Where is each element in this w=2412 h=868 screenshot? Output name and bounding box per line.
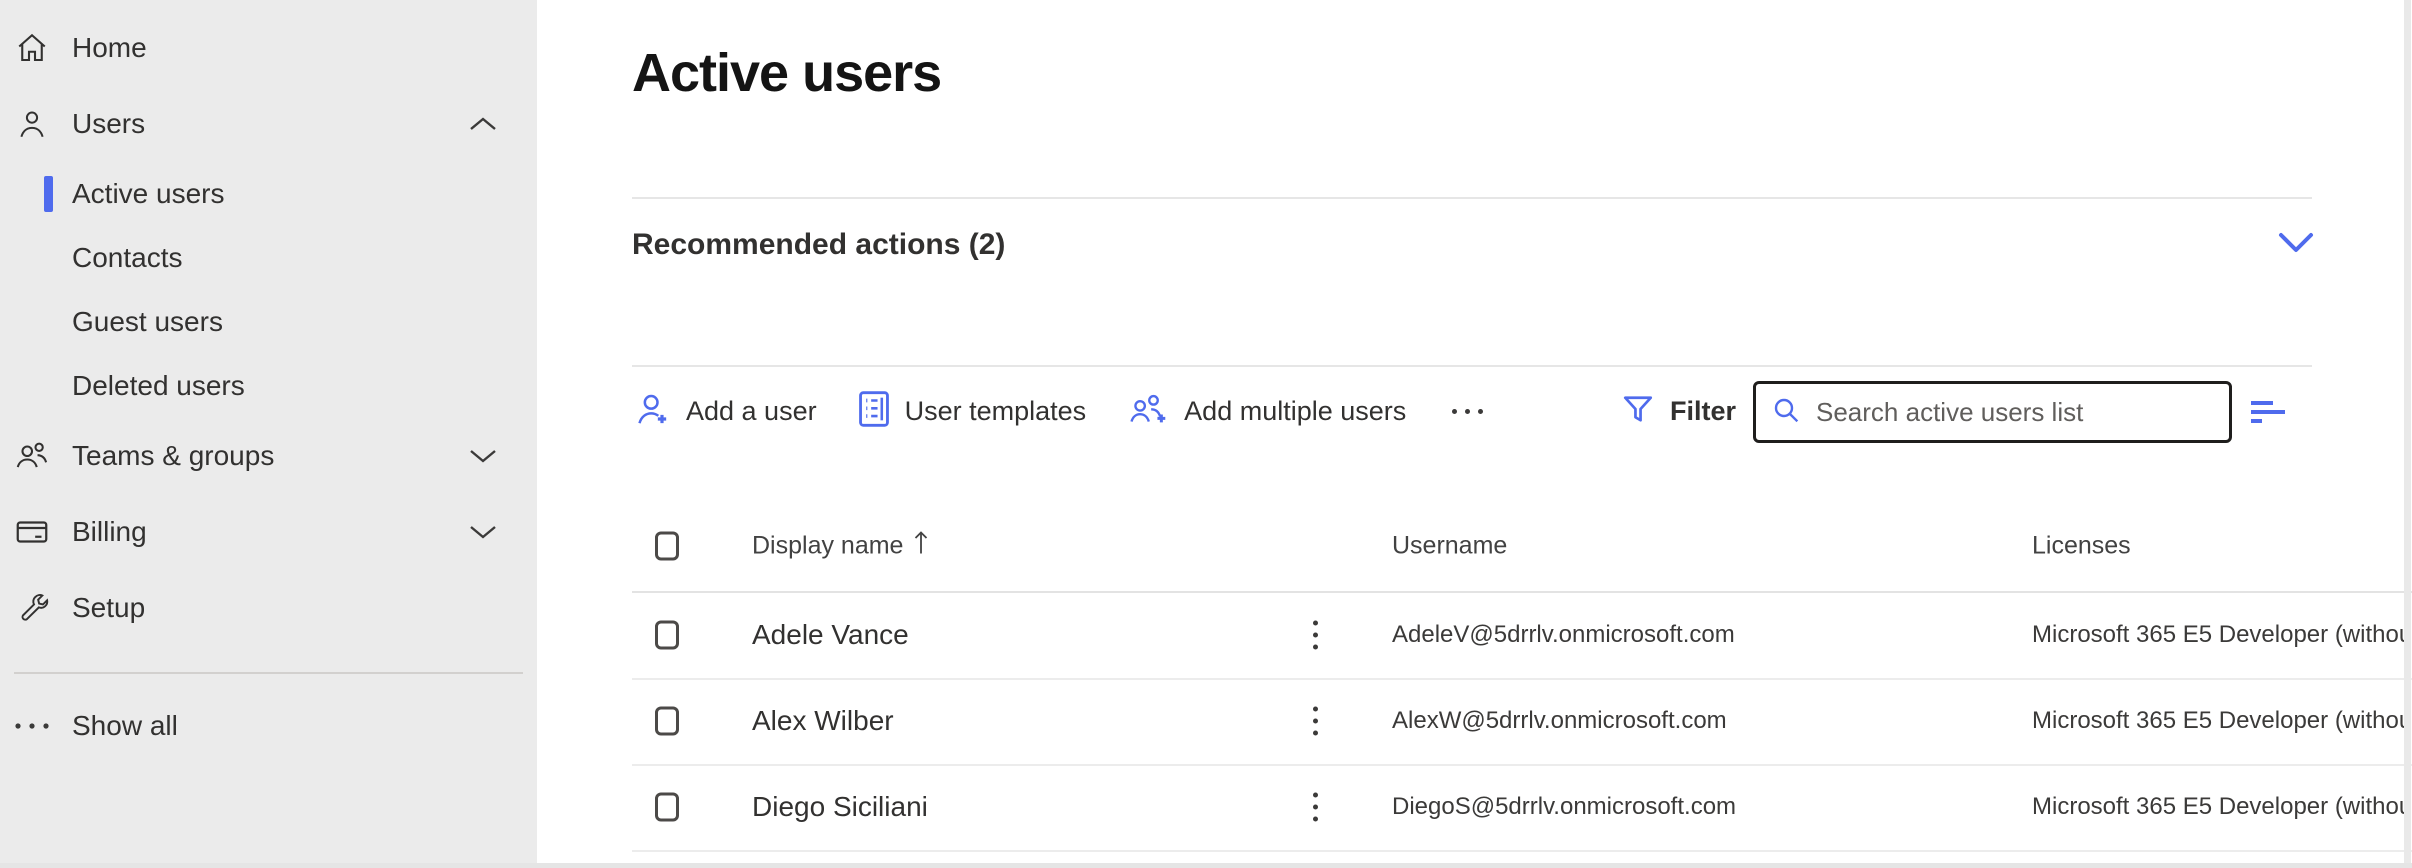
- add-multiple-users-label: Add multiple users: [1184, 396, 1406, 427]
- home-icon: [12, 28, 52, 68]
- sidebar-item-contacts[interactable]: Contacts: [0, 226, 537, 290]
- filter-label: Filter: [1670, 396, 1736, 427]
- sidebar-item-deleted-users[interactable]: Deleted users: [0, 354, 537, 418]
- sort-ascending-arrow-icon: [913, 530, 929, 563]
- section-divider: [632, 365, 2312, 367]
- column-header-username[interactable]: Username: [1392, 532, 1507, 561]
- licenses-cell: Microsoft 365 E5 Developer (withou: [2032, 793, 2404, 821]
- sidebar-item-teams-groups[interactable]: Teams & groups: [0, 418, 537, 494]
- sidebar-item-label: Setup: [72, 592, 145, 624]
- row-checkbox[interactable]: [655, 793, 679, 822]
- sidebar-item-label: Show all: [72, 710, 178, 742]
- sidebar-item-label: Teams & groups: [72, 440, 274, 472]
- user-icon: [12, 104, 52, 144]
- filter-funnel-icon: [1620, 391, 1656, 432]
- sidebar-item-active-users[interactable]: Active users: [0, 162, 537, 226]
- sidebar-item-setup[interactable]: Setup: [0, 570, 537, 646]
- section-divider: [632, 197, 2312, 199]
- column-label: Display name: [752, 532, 903, 561]
- user-templates-label: User templates: [905, 396, 1087, 427]
- table-divider: [632, 850, 2412, 852]
- search-input[interactable]: [1816, 397, 2215, 428]
- column-header-licenses[interactable]: Licenses: [2032, 532, 2131, 561]
- selected-indicator: [44, 176, 53, 212]
- chevron-up-icon: [468, 115, 498, 133]
- filter-button[interactable]: Filter: [1620, 386, 1736, 436]
- add-multiple-users-button[interactable]: Add multiple users: [1126, 387, 1406, 436]
- sidebar-item-label: Deleted users: [72, 370, 245, 402]
- row-more-actions-icon[interactable]: [1305, 785, 1326, 830]
- toolbar: Add a user User templates Add multiple u…: [632, 386, 1489, 436]
- sidebar: Home Users Active users Contacts Guest u…: [0, 0, 537, 868]
- username-cell: AlexW@5drrlv.onmicrosoft.com: [1392, 707, 1727, 735]
- display-name-cell[interactable]: Adele Vance: [752, 619, 909, 651]
- user-templates-button[interactable]: User templates: [857, 389, 1087, 434]
- row-more-actions-icon[interactable]: [1305, 699, 1326, 744]
- table-row[interactable]: Diego Siciliani DiegoS@5drrlv.onmicrosof…: [537, 764, 2412, 850]
- display-name-cell[interactable]: Diego Siciliani: [752, 791, 928, 823]
- vertical-scrollbar[interactable]: [2404, 0, 2411, 868]
- username-cell: AdeleV@5drrlv.onmicrosoft.com: [1392, 621, 1735, 649]
- sidebar-item-label: Users: [72, 108, 145, 140]
- sidebar-item-label: Guest users: [72, 306, 223, 338]
- sidebar-item-show-all[interactable]: Show all: [0, 688, 537, 764]
- chevron-down-icon: [468, 447, 498, 465]
- ellipsis-icon: [12, 706, 52, 746]
- licenses-cell: Microsoft 365 E5 Developer (withou: [2032, 707, 2404, 735]
- search-box: [1753, 381, 2232, 443]
- credit-card-icon: [12, 512, 52, 552]
- sidebar-item-guest-users[interactable]: Guest users: [0, 290, 537, 354]
- sidebar-item-billing[interactable]: Billing: [0, 494, 537, 570]
- sort-lines-icon[interactable]: [2247, 394, 2291, 430]
- chevron-down-icon: [468, 523, 498, 541]
- username-cell: DiegoS@5drrlv.onmicrosoft.com: [1392, 793, 1736, 821]
- add-user-button[interactable]: Add a user: [632, 387, 817, 436]
- people-icon: [12, 436, 52, 476]
- chevron-down-icon[interactable]: [2277, 230, 2315, 256]
- template-list-icon: [857, 389, 891, 434]
- row-checkbox[interactable]: [655, 707, 679, 736]
- people-add-icon: [1126, 387, 1170, 436]
- sidebar-item-home[interactable]: Home: [0, 10, 537, 86]
- table-header-row: Display name Username Licenses: [537, 500, 2412, 592]
- column-header-display-name[interactable]: Display name: [752, 530, 929, 563]
- row-checkbox[interactable]: [655, 621, 679, 650]
- sidebar-item-label: Active users: [72, 178, 225, 210]
- table-row[interactable]: Adele Vance AdeleV@5drrlv.onmicrosoft.co…: [537, 592, 2412, 678]
- licenses-cell: Microsoft 365 E5 Developer (withou: [2032, 621, 2404, 649]
- search-icon: [1770, 394, 1802, 431]
- sidebar-item-label: Contacts: [72, 242, 183, 274]
- select-all-checkbox[interactable]: [655, 532, 679, 561]
- horizontal-scrollbar[interactable]: [0, 863, 2412, 868]
- table-row[interactable]: Alex Wilber AlexW@5drrlv.onmicrosoft.com…: [537, 678, 2412, 764]
- recommended-actions-header[interactable]: Recommended actions (2): [632, 228, 1005, 262]
- sidebar-item-users[interactable]: Users: [0, 86, 537, 162]
- row-more-actions-icon[interactable]: [1305, 613, 1326, 658]
- sidebar-item-label: Billing: [72, 516, 147, 548]
- wrench-icon: [12, 588, 52, 628]
- sidebar-item-label: Home: [72, 32, 147, 64]
- person-add-icon: [632, 387, 672, 436]
- sidebar-divider: [14, 672, 523, 674]
- page-title: Active users: [632, 42, 941, 104]
- more-actions-button[interactable]: [1446, 409, 1489, 414]
- main-content: Active users Recommended actions (2) Add…: [537, 0, 2412, 868]
- display-name-cell[interactable]: Alex Wilber: [752, 705, 894, 737]
- active-users-page: Home Users Active users Contacts Guest u…: [0, 0, 2412, 868]
- add-user-label: Add a user: [686, 396, 817, 427]
